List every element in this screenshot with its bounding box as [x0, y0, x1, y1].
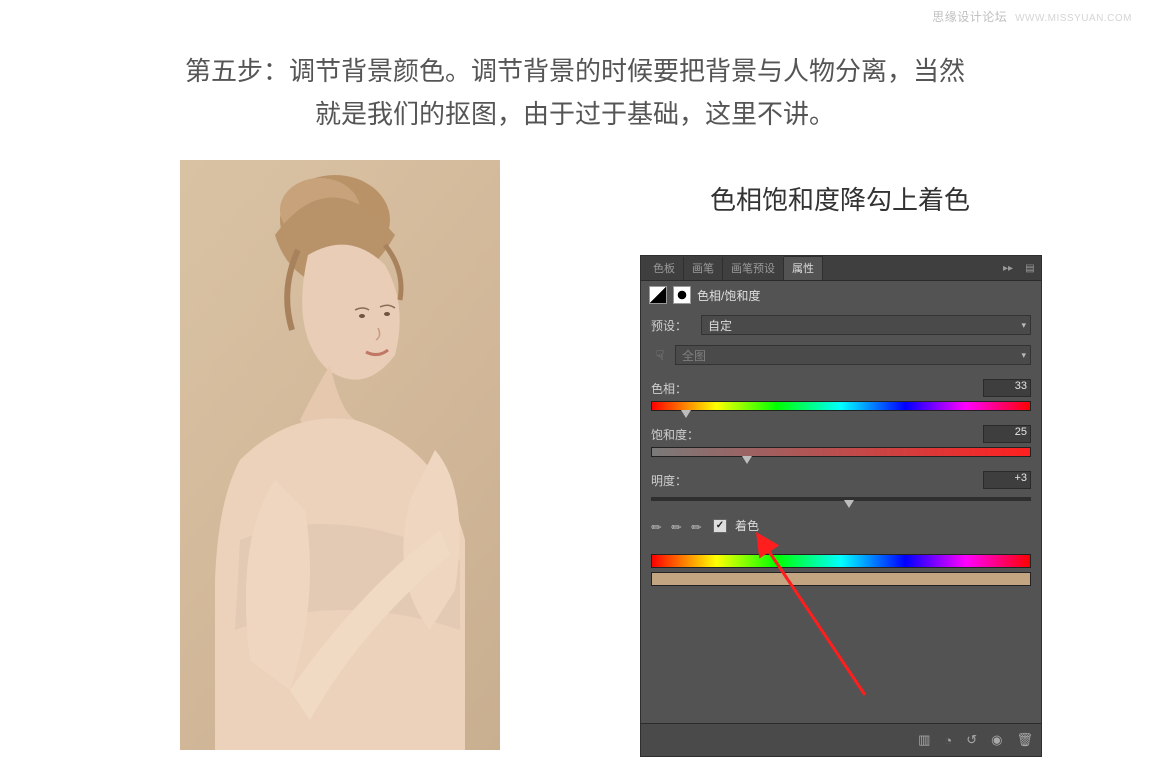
- hue-slider-block: 色相： 33: [651, 379, 1031, 411]
- portrait-preview: [180, 160, 500, 750]
- colorize-row: ✎ ✎ ✎ ✓ 着色: [651, 517, 1031, 534]
- panel-caption: 色相饱和度降勾上着色: [640, 180, 1040, 217]
- panel-body: 预设： 自定 ▾ ☟ 全图 ▾ 色相： 33: [641, 309, 1041, 596]
- targeted-adjustment-icon[interactable]: ☟: [651, 346, 669, 364]
- preset-select[interactable]: 自定 ▾: [701, 315, 1031, 335]
- chevron-down-icon: ▾: [1021, 350, 1026, 361]
- step-text-line2: 就是我们的抠图，由于过于基础，这里不讲。: [315, 99, 835, 129]
- saturation-thumb[interactable]: [742, 456, 752, 464]
- panel-menu-icon[interactable]: ▤: [1019, 263, 1041, 274]
- adjustment-title-row: 色相/饱和度: [641, 281, 1041, 309]
- colorize-checkbox[interactable]: ✓: [713, 519, 727, 533]
- hue-label: 色相：: [651, 380, 687, 397]
- reset-icon[interactable]: ↺: [966, 732, 977, 748]
- visibility-icon[interactable]: ◉: [991, 732, 1002, 748]
- hue-value[interactable]: 33: [983, 379, 1031, 397]
- tab-properties[interactable]: 属性: [784, 256, 823, 280]
- watermark-title: 思缘设计论坛: [932, 10, 1007, 24]
- scope-value: 全图: [682, 347, 706, 364]
- lightness-slider-block: 明度： +3: [651, 471, 1031, 501]
- saturation-value[interactable]: 25: [983, 425, 1031, 443]
- portrait-svg: [180, 160, 500, 750]
- mask-icon[interactable]: [673, 286, 691, 304]
- tab-swatches[interactable]: 色板: [645, 257, 684, 280]
- preset-label: 预设：: [651, 317, 695, 334]
- step-text-line1: 调节背景颜色。调节背景的时候要把背景与人物分离，当然: [289, 56, 965, 86]
- panel-footer: ▥ ◔ ↺ ◉ 🗑: [641, 723, 1041, 756]
- watermark-url: WWW.MISSYUAN.COM: [1015, 13, 1132, 24]
- eyedropper-plus-icon[interactable]: ✎: [668, 516, 688, 536]
- eyedropper-group: ✎ ✎ ✎: [651, 519, 705, 533]
- collapse-icon[interactable]: ▸▸: [997, 263, 1019, 274]
- step-label: 第五步：: [185, 56, 289, 86]
- hue-saturation-panel: 色板 画笔 画笔预设 属性 ▸▸ ▤ 色相/饱和度 预设： 自定 ▾ ☟ 全图 …: [640, 255, 1042, 757]
- eyedropper-icon[interactable]: ✎: [648, 516, 668, 536]
- saturation-slider-block: 饱和度： 25: [651, 425, 1031, 457]
- preset-row: 预设： 自定 ▾: [651, 315, 1031, 335]
- lightness-thumb[interactable]: [844, 500, 854, 508]
- scope-row: ☟ 全图 ▾: [651, 345, 1031, 365]
- step-description: 第五步：调节背景颜色。调节背景的时候要把背景与人物分离，当然 就是我们的抠图，由…: [110, 50, 1040, 136]
- saturation-label: 饱和度：: [651, 426, 699, 443]
- hue-thumb[interactable]: [681, 410, 691, 418]
- adjustment-icon[interactable]: [649, 286, 667, 304]
- lightness-value[interactable]: +3: [983, 471, 1031, 489]
- watermark: 思缘设计论坛 WWW.MISSYUAN.COM: [932, 8, 1132, 25]
- tab-brushes[interactable]: 画笔: [684, 257, 723, 280]
- clip-icon[interactable]: ▥: [918, 732, 930, 748]
- gradient-tinted: [651, 572, 1031, 586]
- lightness-track[interactable]: [651, 497, 1031, 501]
- colorize-label: 着色: [735, 517, 759, 534]
- saturation-track[interactable]: [651, 447, 1031, 457]
- preset-value: 自定: [708, 317, 732, 334]
- gradient-preview: [651, 554, 1031, 586]
- chevron-down-icon: ▾: [1021, 320, 1026, 331]
- hue-track[interactable]: [651, 401, 1031, 411]
- previous-state-icon[interactable]: ◔: [944, 733, 952, 748]
- eyedropper-minus-icon[interactable]: ✎: [688, 516, 708, 536]
- gradient-rainbow: [651, 554, 1031, 568]
- tab-brush-presets[interactable]: 画笔预设: [723, 257, 784, 280]
- panel-title: 色相/饱和度: [697, 287, 760, 304]
- scope-select[interactable]: 全图 ▾: [675, 345, 1031, 365]
- panel-tabbar: 色板 画笔 画笔预设 属性 ▸▸ ▤: [641, 256, 1041, 281]
- trash-icon[interactable]: 🗑: [1016, 732, 1033, 748]
- lightness-label: 明度：: [651, 472, 687, 489]
